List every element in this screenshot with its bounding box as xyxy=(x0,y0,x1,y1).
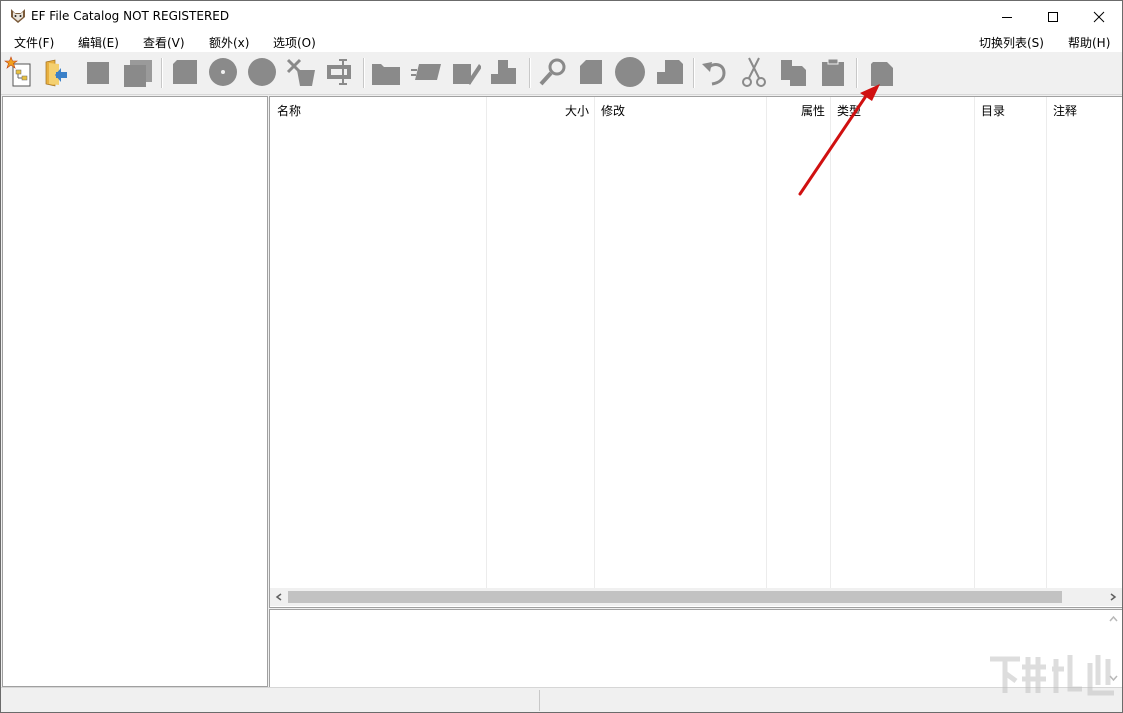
chevron-up-icon[interactable] xyxy=(1105,612,1122,626)
file-list[interactable]: 名称 大小 修改 属性 类型 目录 注释 xyxy=(269,96,1122,608)
status-divider xyxy=(539,690,540,711)
maximize-button[interactable] xyxy=(1030,1,1076,32)
toolbar-separator xyxy=(161,58,163,88)
toolbar-separator xyxy=(363,58,365,88)
save-button[interactable] xyxy=(83,56,113,88)
column-header-modified[interactable]: 修改 xyxy=(601,102,625,119)
properties-button[interactable] xyxy=(490,56,520,88)
add-disk-icon xyxy=(209,58,237,86)
folder-button[interactable] xyxy=(371,56,401,88)
menu-edit[interactable]: 编辑(E) xyxy=(78,34,119,51)
toolbar-separator xyxy=(856,58,858,88)
paste-icon xyxy=(822,58,844,86)
new-page-button[interactable] xyxy=(865,56,895,88)
column-header-name[interactable]: 名称 xyxy=(277,102,301,119)
cat-icon xyxy=(11,9,25,23)
menu-toggle-list[interactable]: 切换列表(S) xyxy=(979,34,1044,51)
copy-list-icon xyxy=(580,60,602,84)
menu-view[interactable]: 查看(V) xyxy=(143,34,185,51)
undo-icon xyxy=(702,62,726,86)
tag-button[interactable] xyxy=(411,56,441,88)
toolbar-separator xyxy=(693,58,695,88)
scroll-left-button[interactable] xyxy=(270,588,288,606)
remove-button[interactable] xyxy=(286,56,316,88)
status-bar xyxy=(1,687,1122,712)
export-icon xyxy=(657,60,683,84)
menu-options[interactable]: 选项(O) xyxy=(273,34,316,51)
column-header-attributes[interactable]: 属性 xyxy=(801,102,825,119)
menu-bar: 文件(F) 编辑(E) 查看(V) 额外(x) 选项(O) 切换列表(S) 帮助… xyxy=(1,32,1122,52)
column-divider xyxy=(1046,97,1047,589)
catalog-tree[interactable] xyxy=(2,96,268,687)
close-button[interactable] xyxy=(1076,1,1122,32)
menu-file[interactable]: 文件(F) xyxy=(14,34,54,51)
toolbar-separator xyxy=(529,58,531,88)
cut-icon xyxy=(742,57,766,87)
watermark-logo xyxy=(990,655,1114,696)
add-cd-icon xyxy=(248,58,276,86)
toolbar xyxy=(1,52,1122,95)
column-header-comment[interactable]: 注释 xyxy=(1053,102,1077,119)
chevron-right-icon xyxy=(1110,593,1117,601)
copy-list-button[interactable] xyxy=(576,56,606,88)
chevron-left-icon xyxy=(275,593,282,601)
tag-icon xyxy=(411,64,441,80)
column-header-directory[interactable]: 目录 xyxy=(981,102,1005,119)
search-button[interactable] xyxy=(537,56,567,88)
new-page-icon xyxy=(871,62,893,86)
column-header-type[interactable]: 类型 xyxy=(837,102,861,119)
paste-button[interactable] xyxy=(818,56,848,88)
export-button[interactable] xyxy=(655,56,685,88)
column-header-size[interactable]: 大小 xyxy=(565,102,589,119)
add-volume-icon xyxy=(173,60,197,84)
open-catalog-button[interactable] xyxy=(41,56,71,88)
save-all-icon xyxy=(124,60,152,87)
maximize-icon xyxy=(1048,11,1058,22)
stop-icon xyxy=(615,57,645,87)
add-disk-button[interactable] xyxy=(208,56,238,88)
rename-volume-button[interactable] xyxy=(325,56,355,88)
minimize-button[interactable] xyxy=(984,1,1030,32)
column-divider xyxy=(974,97,975,589)
minimize-icon xyxy=(1002,16,1012,18)
column-divider xyxy=(486,97,487,589)
horizontal-scrollbar[interactable] xyxy=(270,588,1122,606)
new-catalog-icon xyxy=(4,56,31,87)
undo-button[interactable] xyxy=(700,56,730,88)
folder-icon xyxy=(372,64,400,85)
new-catalog-button[interactable] xyxy=(4,56,34,88)
scroll-right-button[interactable] xyxy=(1104,588,1122,606)
save-icon xyxy=(87,62,109,84)
properties-icon xyxy=(491,60,516,84)
title-bar[interactable]: EF File Catalog NOT REGISTERED xyxy=(1,1,1122,32)
copy-button[interactable] xyxy=(778,56,808,88)
menu-help[interactable]: 帮助(H) xyxy=(1068,34,1110,51)
remove-icon xyxy=(286,58,315,86)
copy-icon xyxy=(781,60,806,86)
search-icon xyxy=(539,58,566,86)
column-divider xyxy=(830,97,831,589)
close-icon xyxy=(1093,11,1105,22)
add-volume-button[interactable] xyxy=(169,56,199,88)
add-cd-button[interactable] xyxy=(246,56,276,88)
column-divider xyxy=(766,97,767,589)
stop-button[interactable] xyxy=(615,56,645,88)
cut-button[interactable] xyxy=(739,56,769,88)
scrollbar-thumb[interactable] xyxy=(288,591,1062,603)
app-window: EF File Catalog NOT REGISTERED 文件(F) 编辑(… xyxy=(0,0,1123,713)
rename-volume-icon xyxy=(327,59,351,85)
edit-entry-icon xyxy=(453,64,482,85)
save-all-button[interactable] xyxy=(122,56,152,88)
window-title: EF File Catalog NOT REGISTERED xyxy=(31,9,230,23)
menu-extra[interactable]: 额外(x) xyxy=(209,34,249,51)
open-catalog-icon xyxy=(45,59,67,87)
edit-entry-button[interactable] xyxy=(451,56,482,88)
column-divider xyxy=(594,97,595,589)
